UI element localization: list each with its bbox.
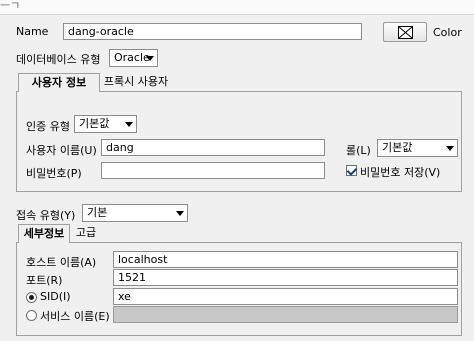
auth-type-select[interactable]: 기본값	[74, 115, 137, 133]
color-swatch-icon	[398, 26, 413, 39]
sid-label: SID(I)	[40, 290, 71, 303]
role-select[interactable]: 기본값	[377, 139, 458, 157]
service-name-label: 서비스 이름(E)	[40, 310, 110, 323]
chevron-down-icon	[125, 122, 133, 127]
window-top-glyph: ㅡㄱ	[0, 0, 21, 12]
chevron-down-icon	[176, 211, 184, 216]
save-password-label: 비밀번호 저장(V)	[360, 166, 441, 179]
tab-proxy-user[interactable]: 프록시 사용자	[101, 73, 171, 92]
role-value: 기본값	[382, 141, 413, 154]
save-password-checkbox[interactable]	[346, 165, 358, 176]
password-field[interactable]	[101, 162, 325, 179]
color-picker-button[interactable]	[383, 22, 427, 42]
auth-type-label: 인증 유형	[26, 120, 70, 133]
username-field[interactable]: dang	[101, 139, 325, 156]
chevron-down-icon	[146, 56, 154, 61]
tab-user-info[interactable]: 사용자 정보	[18, 73, 100, 92]
password-label: 비밀번호(P)	[26, 167, 82, 180]
database-type-label: 데이터베이스 유형	[16, 53, 101, 66]
hostname-field[interactable]: localhost	[113, 251, 458, 268]
auth-type-value: 기본값	[79, 117, 110, 130]
service-name-radio[interactable]	[26, 310, 37, 321]
window-top-strip	[0, 0, 474, 15]
database-type-select[interactable]: Oracle	[109, 49, 158, 67]
service-name-field[interactable]	[113, 306, 458, 323]
sid-field[interactable]: xe	[113, 288, 458, 305]
tab-advanced[interactable]: 고급	[71, 224, 101, 243]
tab-details[interactable]: 세부정보	[18, 224, 70, 243]
port-label: 포트(R)	[26, 274, 63, 287]
radio-selected-dot	[29, 295, 34, 300]
database-type-value: Oracle	[114, 51, 150, 64]
checkmark-icon	[346, 165, 358, 176]
connection-name-field[interactable]: dang-oracle	[63, 23, 362, 40]
connection-type-label: 접속 유형(Y)	[16, 209, 76, 222]
connection-type-select[interactable]: 기본	[82, 204, 188, 222]
role-label: 롤(L)	[346, 144, 371, 157]
username-label: 사용자 이름(U)	[26, 144, 97, 157]
sid-radio[interactable]	[26, 292, 37, 303]
chevron-down-icon	[446, 146, 454, 151]
port-field[interactable]: 1521	[113, 269, 458, 286]
name-label: Name	[16, 25, 49, 38]
color-label: Color	[433, 26, 462, 39]
hostname-label: 호스트 이름(A)	[26, 256, 97, 269]
connection-type-value: 기본	[87, 206, 108, 219]
